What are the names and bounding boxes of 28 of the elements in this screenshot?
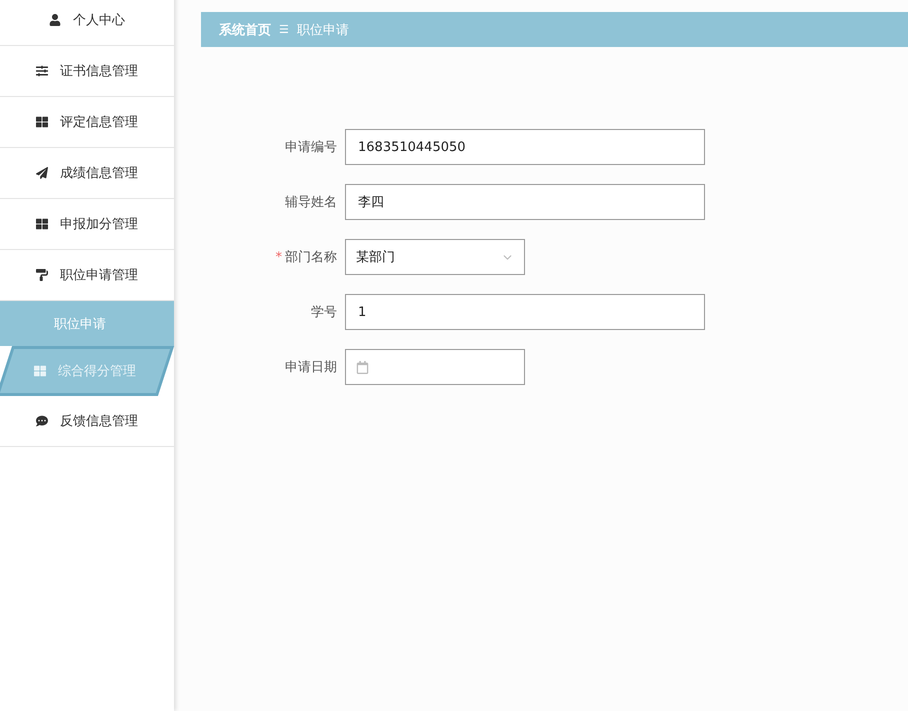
dropdown[interactable]: 某部门 [345,239,525,275]
paper-plane-icon [36,167,48,179]
sidebar-item[interactable]: 成绩信息管理 [0,148,174,199]
field-label: * 部门名称 [274,249,338,266]
field-label: 申请日期 [284,359,338,376]
roller-icon [36,269,48,281]
field-label: 申请编号 [284,139,338,156]
required-mark: * [276,250,282,265]
sliders-icon [36,65,48,77]
sidebar-item[interactable]: 申报加分管理 [0,199,174,250]
user-icon [49,14,61,26]
grid-icon [36,218,48,230]
breadcrumb-separator: ☰ [279,23,289,36]
field-label: 辅导姓名 [284,194,338,211]
grid-icon [36,116,48,128]
grid-icon [34,365,46,377]
breadcrumb-current: 职位申请 [296,22,349,38]
input-field[interactable]: 1 [345,294,705,330]
input-field[interactable]: 1683510445050 [345,129,705,165]
sidebar-item[interactable]: 个人中心 [0,0,174,46]
sidebar-item[interactable]: 证书信息管理 [0,46,174,97]
date-field[interactable] [345,349,525,385]
chat-icon [36,415,48,427]
field-label: 学号 [310,304,338,321]
input-field[interactable]: 李四 [345,184,705,220]
sidebar-item[interactable]: 反馈信息管理 [0,396,174,447]
sidebar-item[interactable]: 评定信息管理 [0,97,174,148]
calendar-icon [356,360,369,374]
